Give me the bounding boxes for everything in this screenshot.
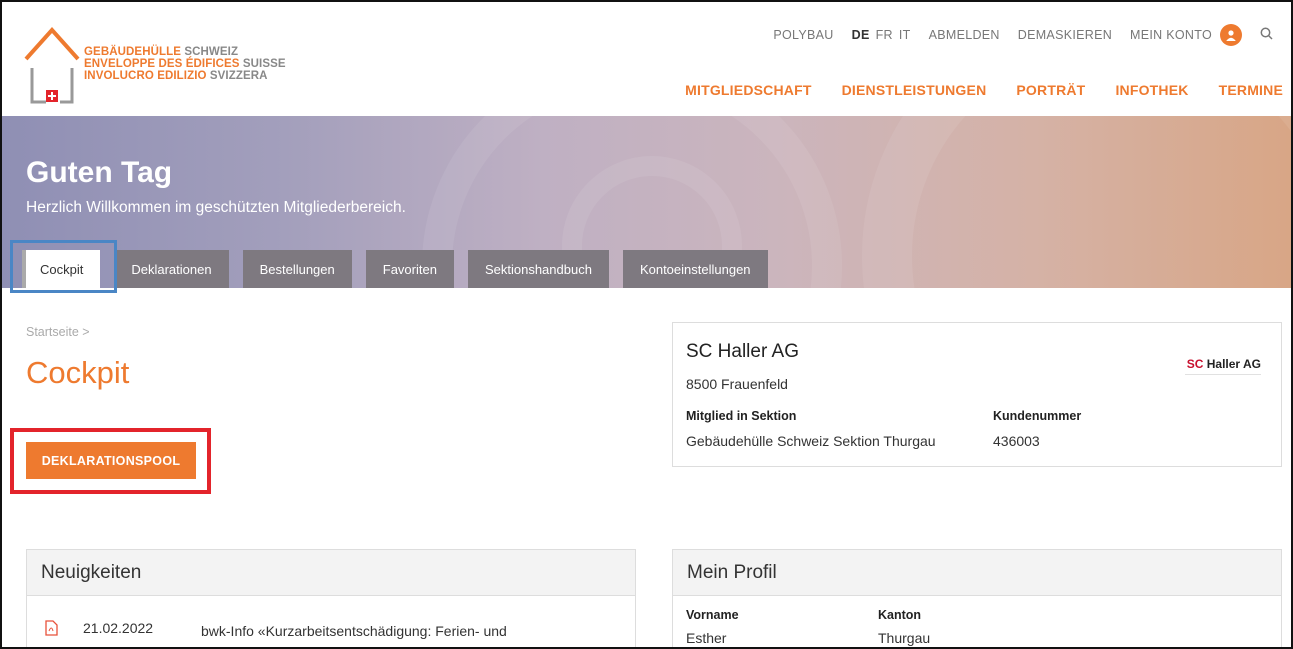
tab-deklarationen[interactable]: Deklarationen — [114, 250, 229, 288]
nav-mitgliedschaft[interactable]: MITGLIEDSCHAFT — [685, 82, 811, 98]
lang-it[interactable]: IT — [899, 28, 911, 42]
company-card: SC Haller AG 8500 Frauenfeld Mitglied in… — [672, 322, 1282, 467]
hero-subtitle: Herzlich Willkommen im geschützten Mitgl… — [26, 199, 406, 216]
house-logo-icon — [24, 27, 80, 104]
page-title: Cockpit — [26, 355, 130, 390]
highlight-box-cockpit — [10, 240, 117, 293]
lang-fr[interactable]: FR — [876, 28, 893, 42]
site-logo[interactable]: GEBÄUDEHÜLLE SCHWEIZ ENVELOPPE DES ÉDIFI… — [24, 24, 304, 104]
news-panel: Neuigkeiten 21.02.2022 bwk-Info «Kurzarb… — [26, 549, 636, 647]
unmask-link[interactable]: DEMASKIEREN — [1018, 28, 1112, 42]
hero-banner: Guten Tag Herzlich Willkommen im geschüt… — [2, 116, 1291, 288]
breadcrumb[interactable]: Startseite > — [26, 325, 90, 339]
account-tabs: Cockpit Deklarationen Bestellungen Favor… — [22, 250, 782, 288]
company-name: SC Haller AG — [686, 341, 799, 362]
highlight-box-pool-button — [10, 428, 211, 494]
hero-title: Guten Tag — [26, 156, 173, 189]
nav-termine[interactable]: TERMINE — [1219, 82, 1283, 98]
hero-decoration — [862, 116, 1291, 288]
search-icon[interactable] — [1260, 27, 1273, 43]
language-switcher: DE FR IT — [852, 28, 911, 42]
customer-number-label: Kundenummer — [993, 409, 1082, 423]
news-date: 21.02.2022 — [83, 620, 154, 636]
polybau-link[interactable]: POLYBAU — [773, 28, 833, 42]
customer-number-value: 436003 — [993, 433, 1040, 449]
profile-panel: Mein Profil Vorname Kanton Esther Thurga… — [672, 549, 1282, 647]
section-value: Gebäudehülle Schweiz Sektion Thurgau — [686, 433, 936, 449]
tab-bestellungen[interactable]: Bestellungen — [242, 250, 352, 288]
news-panel-title: Neuigkeiten — [27, 550, 635, 596]
firstname-value: Esther — [686, 630, 727, 646]
user-icon — [1226, 30, 1236, 41]
nav-portraet[interactable]: PORTRÄT — [1016, 82, 1085, 98]
utility-nav: POLYBAU DE FR IT ABMELDEN DEMASKIEREN MEIN… — [755, 24, 1273, 46]
tab-kontoeinstellungen[interactable]: Kontoeinstellungen — [622, 250, 768, 288]
section-label: Mitglied in Sektion — [686, 409, 797, 423]
canton-label: Kanton — [878, 608, 922, 622]
company-logo: SC Haller AG ——————————————————— — [1185, 357, 1261, 376]
main-nav: MITGLIEDSCHAFT DIENSTLEISTUNGEN PORTRÄT … — [655, 82, 1283, 98]
news-link[interactable]: bwk-Info «Kurzarbeitsentschädigung: Feri… — [201, 620, 581, 647]
tab-sektionshandbuch[interactable]: Sektionshandbuch — [467, 250, 609, 288]
canton-value: Thurgau — [878, 630, 931, 646]
lang-de[interactable]: DE — [852, 28, 870, 42]
browser-frame: GEBÄUDEHÜLLE SCHWEIZ ENVELOPPE DES ÉDIFI… — [0, 0, 1293, 649]
nav-infothek[interactable]: INFOTHEK — [1115, 82, 1188, 98]
site-header: GEBÄUDEHÜLLE SCHWEIZ ENVELOPPE DES ÉDIFI… — [2, 2, 1291, 116]
profile-panel-title: Mein Profil — [673, 550, 1281, 596]
logo-wordmark: GEBÄUDEHÜLLE SCHWEIZ ENVELOPPE DES ÉDIFI… — [84, 46, 286, 82]
company-city: 8500 Frauenfeld — [686, 376, 788, 392]
avatar[interactable] — [1220, 24, 1242, 46]
pdf-icon — [45, 620, 58, 639]
tab-favoriten[interactable]: Favoriten — [365, 250, 454, 288]
nav-dienstleistungen[interactable]: DIENSTLEISTUNGEN — [842, 82, 987, 98]
logout-link[interactable]: ABMELDEN — [929, 28, 1000, 42]
my-account-link[interactable]: MEIN KONTO — [1130, 28, 1212, 42]
firstname-label: Vorname — [686, 608, 739, 622]
